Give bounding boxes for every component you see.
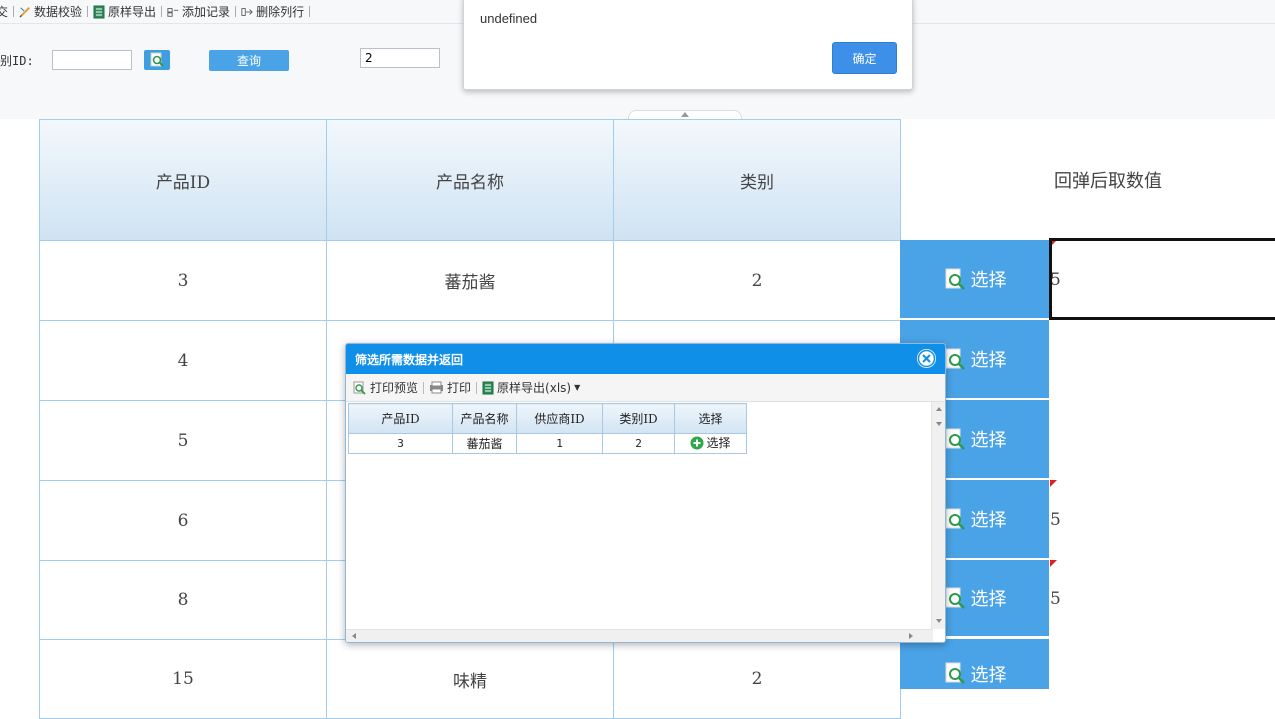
magnifier-doc-icon — [945, 268, 965, 290]
close-button[interactable] — [917, 349, 936, 368]
active-cell-highlight — [1049, 238, 1275, 320]
magnifier-doc-icon — [945, 587, 965, 609]
popup-header-product-name: 产品名称 — [452, 403, 517, 434]
cell-product-id: 3 — [39, 240, 327, 321]
scroll-left-icon[interactable] — [352, 633, 356, 639]
alert-ok-button[interactable]: 确定 — [832, 42, 897, 74]
popup-title: 筛选所需数据并返回 — [355, 352, 464, 367]
popup-cell-product-id: 3 — [348, 433, 453, 454]
select-button-label: 选择 — [970, 665, 1007, 686]
cell-product-id: 6 — [39, 480, 327, 561]
toolbar-item-label: 交 — [0, 5, 9, 19]
cell-category: 2 — [613, 240, 901, 321]
cell-category: 2 — [613, 639, 901, 719]
popup-cell-product-name: 蕃茄酱 — [452, 433, 517, 454]
popup-header-select: 选择 — [674, 403, 747, 434]
column-header-product-name: 产品名称 — [326, 119, 614, 241]
magnifier-doc-icon — [945, 348, 965, 370]
pick-row-button[interactable]: 选择 — [690, 434, 731, 451]
delete-row-icon — [241, 7, 253, 16]
spreadsheet-icon — [93, 5, 105, 18]
toolbar-item-submit[interactable]: 交 — [0, 3, 13, 20]
cell-product-id: 4 — [39, 320, 327, 401]
filter-popup-dialog: 筛选所需数据并返回 打印预览 打印 原样导出(xls) ▼ 产品ID 产品名称 … — [345, 343, 946, 643]
column-header-product-id: 产品ID — [39, 119, 327, 241]
select-button[interactable]: 选择 — [900, 240, 1049, 320]
chevron-down-icon[interactable]: ▼ — [574, 383, 580, 392]
plus-circle-icon — [690, 436, 704, 449]
alert-message: undefined — [480, 11, 538, 26]
scroll-down-icon[interactable] — [936, 619, 942, 623]
comment-flag-icon — [1050, 480, 1057, 487]
pencil-ruler-icon — [19, 6, 30, 18]
comment-flag-icon — [1050, 560, 1057, 567]
magnifier-doc-icon — [150, 52, 164, 67]
pick-row-label: 选择 — [706, 436, 731, 450]
column-header-return-value: 回弹后取数值 — [1054, 171, 1162, 192]
magnifier-doc-icon — [945, 662, 965, 684]
close-icon — [917, 349, 936, 368]
select-button-label: 选择 — [970, 270, 1007, 291]
popup-header-product-id: 产品ID — [348, 403, 453, 434]
toolbar-item-delete-row[interactable]: 删除列行 — [236, 3, 309, 20]
alert-dialog: undefined 确定 — [463, 0, 913, 90]
print-label: 打印 — [447, 381, 472, 395]
vertical-scrollbar[interactable] — [931, 402, 945, 629]
select-button-label: 选择 — [970, 510, 1007, 531]
scroll-down-icon[interactable] — [936, 422, 942, 426]
spreadsheet-icon — [482, 381, 494, 394]
cell-return-value[interactable]: 5 — [1050, 480, 1061, 560]
toolbar-item-label: 原样导出 — [108, 5, 157, 19]
table-row: 3 蕃茄酱 1 2 选择 — [348, 433, 747, 454]
popup-title-bar[interactable]: 筛选所需数据并返回 — [346, 344, 945, 374]
toolbar-separator — [309, 6, 311, 17]
printer-icon — [430, 381, 444, 394]
category-id-label: 别ID: — [0, 54, 34, 68]
result-value-input[interactable] — [360, 48, 440, 68]
cell-product-name: 蕃茄酱 — [326, 240, 614, 321]
select-button-label: 选择 — [970, 350, 1007, 371]
column-header-category: 类别 — [613, 119, 901, 241]
horizontal-scrollbar[interactable] — [346, 629, 933, 642]
select-button-label: 选择 — [970, 589, 1007, 610]
cell-return-value[interactable]: 5 — [1050, 560, 1061, 638]
cell-product-id: 5 — [39, 400, 327, 481]
popup-content: 产品ID 产品名称 供应商ID 类别ID 选择 3 蕃茄酱 1 2 选择 — [346, 402, 933, 629]
popup-header-category-id: 类别ID — [602, 403, 675, 434]
popup-cell-category-id: 2 — [602, 433, 675, 454]
scroll-right-icon[interactable] — [909, 633, 913, 639]
popup-cell-select: 选择 — [674, 433, 747, 454]
print-preview-label: 打印预览 — [370, 381, 419, 395]
toolbar-item-label: 删除列行 — [256, 5, 305, 19]
popup-cell-supplier-id: 1 — [516, 433, 603, 454]
add-record-icon — [167, 7, 179, 17]
toolbar-item-add-record[interactable]: 添加记录 — [162, 3, 235, 20]
select-button[interactable]: 选择 — [900, 639, 1049, 689]
cell-product-id: 15 — [39, 639, 327, 719]
lookup-button[interactable] — [144, 50, 170, 70]
export-xls-label: 原样导出(xls) — [497, 381, 572, 395]
print-preview-button[interactable]: 打印预览 — [348, 379, 423, 396]
toolbar-item-data-validate[interactable]: 数据校验 — [14, 3, 87, 20]
toolbar-item-label: 数据校验 — [34, 5, 83, 19]
select-button-label: 选择 — [970, 430, 1007, 451]
scroll-up-icon[interactable] — [936, 407, 942, 411]
query-button[interactable]: 查询 — [209, 50, 289, 71]
toolbar-item-export[interactable]: 原样导出 — [88, 3, 161, 20]
export-xls-button[interactable]: 原样导出(xls) ▼ — [477, 379, 585, 396]
cell-product-id: 8 — [39, 560, 327, 640]
magnifier-doc-icon — [945, 428, 965, 450]
table-header-row: 产品ID 产品名称 供应商ID 类别ID 选择 — [348, 403, 747, 434]
cell-product-name: 味精 — [326, 639, 614, 719]
magnifier-doc-icon — [945, 508, 965, 530]
popup-toolbar: 打印预览 打印 原样导出(xls) ▼ — [346, 374, 945, 402]
print-button[interactable]: 打印 — [424, 379, 476, 396]
popup-header-supplier-id: 供应商ID — [516, 403, 603, 434]
print-preview-icon — [353, 381, 366, 395]
category-id-input[interactable] — [52, 50, 132, 70]
toolbar-item-label: 添加记录 — [182, 5, 231, 19]
popup-result-table: 产品ID 产品名称 供应商ID 类别ID 选择 3 蕃茄酱 1 2 选择 — [348, 403, 747, 454]
